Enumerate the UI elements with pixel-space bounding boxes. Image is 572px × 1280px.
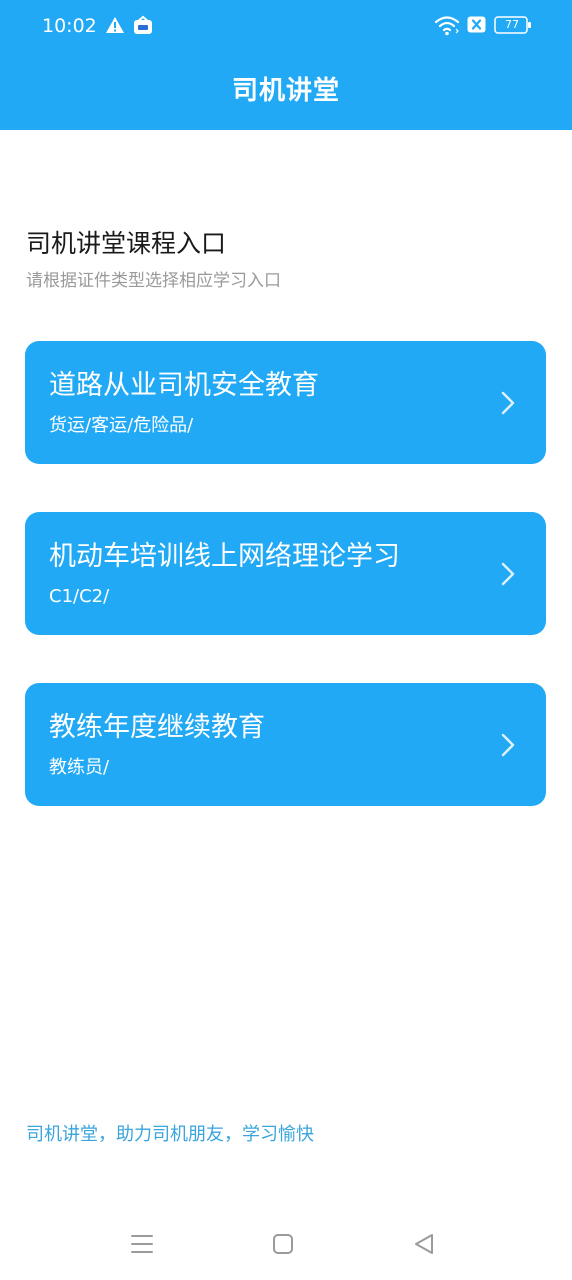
menu-icon[interactable]	[130, 1232, 154, 1256]
course-card-coach-education[interactable]: 教练年度继续教育 教练员/	[25, 683, 546, 806]
course-card-subtitle: C1/C2/	[49, 586, 110, 607]
status-bar: 10:02 77	[0, 0, 572, 52]
app-notification-icon	[134, 15, 152, 34]
course-card-title: 道路从业司机安全教育	[49, 370, 319, 401]
no-sim-icon	[467, 16, 486, 33]
screen: 10:02 77 司机讲堂 司机讲堂课程入口 请根据证件类型选择相应学习入口 道…	[0, 0, 572, 1280]
course-card-subtitle: 教练员/	[49, 757, 110, 778]
footer-slogan: 司机讲堂，助力司机朋友，学习愉快	[26, 1124, 314, 1145]
wifi-icon	[434, 16, 460, 36]
home-icon[interactable]	[272, 1233, 294, 1255]
course-card-subtitle: 货运/客运/危险品/	[49, 415, 194, 436]
course-card-vehicle-theory[interactable]: 机动车培训线上网络理论学习 C1/C2/	[25, 512, 546, 635]
course-card-title: 机动车培训线上网络理论学习	[49, 541, 400, 572]
course-card-road-safety[interactable]: 道路从业司机安全教育 货运/客运/危险品/	[25, 341, 546, 464]
course-card-title: 教练年度继续教育	[49, 712, 265, 743]
chevron-right-icon	[501, 391, 515, 415]
header: 10:02 77 司机讲堂	[0, 0, 572, 130]
section-title: 司机讲堂课程入口	[26, 229, 227, 258]
warning-icon	[106, 17, 124, 33]
navigation-bar	[0, 1200, 572, 1280]
chevron-right-icon	[501, 562, 515, 586]
title-bar: 司机讲堂	[0, 52, 572, 130]
chevron-right-icon	[501, 733, 515, 757]
back-icon[interactable]	[413, 1232, 435, 1256]
battery-level: 77	[505, 18, 519, 31]
page-title: 司机讲堂	[231, 76, 340, 106]
status-time: 10:02	[42, 15, 97, 37]
section-subtitle: 请根据证件类型选择相应学习入口	[26, 271, 281, 291]
